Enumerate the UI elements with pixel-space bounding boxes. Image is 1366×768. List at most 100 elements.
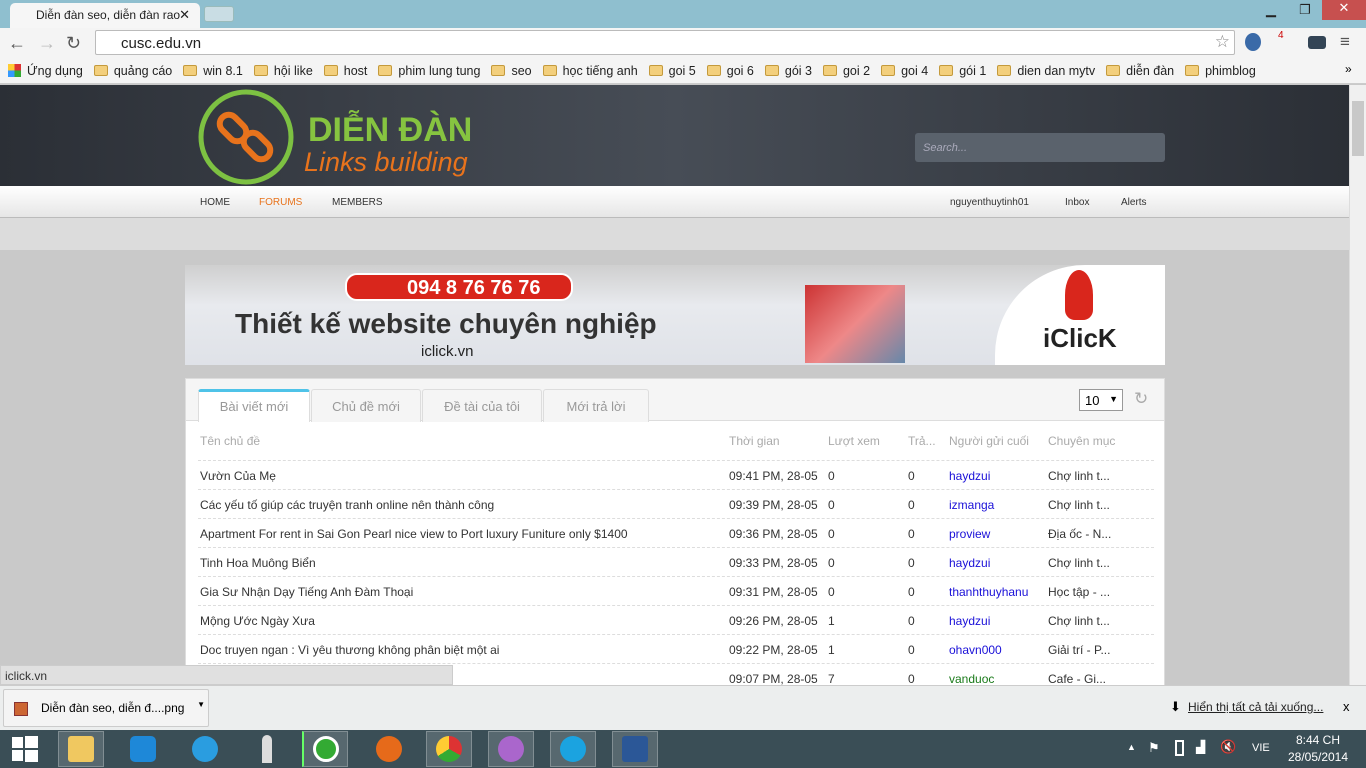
cell-category[interactable]: Chợ linh t...: [1048, 614, 1110, 628]
input-language[interactable]: VIE: [1252, 742, 1270, 754]
close-window-icon[interactable]: ✕: [1322, 0, 1366, 20]
show-all-downloads-link[interactable]: Hiển thị tất cả tải xuống...: [1188, 700, 1323, 714]
cell-title[interactable]: Gia Sư Nhận Dạy Tiếng Anh Đàm Thoại: [200, 585, 413, 599]
battery-icon[interactable]: [1175, 740, 1184, 756]
apps-bookmark[interactable]: Ứng dụng: [8, 64, 83, 78]
bookmark-folder[interactable]: quảng cáo: [93, 64, 172, 78]
coccoc-browser-icon[interactable]: [302, 731, 348, 767]
refresh-icon[interactable]: ↻: [1134, 389, 1148, 409]
forward-icon[interactable]: →: [38, 33, 56, 54]
extension-badge[interactable]: 4: [1278, 30, 1284, 41]
cell-last-poster[interactable]: proview: [949, 527, 990, 541]
star-icon[interactable]: ☆: [1215, 32, 1230, 52]
chevron-down-icon[interactable]: ▼: [197, 700, 205, 709]
cell-category[interactable]: Chợ linh t...: [1048, 498, 1110, 512]
tab-new-replies[interactable]: Mới trả lời: [543, 389, 649, 422]
cell-last-poster[interactable]: haydzui: [949, 469, 990, 483]
column-header-views[interactable]: Lượt xem: [828, 434, 880, 448]
bookmark-folder[interactable]: goi 5: [648, 64, 696, 78]
cell-category[interactable]: Chợ linh t...: [1048, 469, 1110, 483]
bookmark-folder[interactable]: học tiếng anh: [542, 64, 638, 78]
tab-new-posts[interactable]: Bài viết mới: [198, 389, 310, 422]
cell-category[interactable]: Cafe - Gi...: [1048, 672, 1106, 685]
extension-icon[interactable]: [1245, 33, 1261, 51]
teamviewer-icon[interactable]: [120, 731, 166, 767]
bookmark-folder[interactable]: hội like: [253, 64, 313, 78]
cell-category[interactable]: Chợ linh t...: [1048, 556, 1110, 570]
tab-new-threads[interactable]: Chủ đề mới: [311, 389, 421, 422]
rocket-icon[interactable]: [244, 731, 290, 767]
bookmark-folder[interactable]: dien dan mytv: [997, 64, 1095, 78]
cell-last-poster[interactable]: haydzui: [949, 614, 990, 628]
back-icon[interactable]: ←: [8, 33, 26, 54]
column-header-last-poster[interactable]: Người gửi cuối: [949, 434, 1029, 448]
bookmark-folder[interactable]: phim lung tung: [378, 64, 480, 78]
nav-inbox[interactable]: Inbox: [1065, 197, 1089, 208]
cell-last-poster[interactable]: ohavn000: [949, 643, 1002, 657]
cell-last-poster[interactable]: izmanga: [949, 498, 994, 512]
cell-title[interactable]: Apartment For rent in Sai Gon Pearl nice…: [200, 527, 628, 541]
chrome-icon[interactable]: [426, 731, 472, 767]
column-header-category[interactable]: Chuyên mục: [1048, 434, 1115, 448]
tab-my-threads[interactable]: Đề tài của tôi: [422, 389, 542, 422]
nav-members[interactable]: MEMBERS: [332, 197, 383, 208]
cell-title[interactable]: Các yếu tố giúp các truyện tranh online …: [200, 498, 494, 512]
signal-icon[interactable]: ▟: [1196, 740, 1205, 754]
file-explorer-icon[interactable]: [58, 731, 104, 767]
bookmark-folder[interactable]: host: [323, 64, 367, 78]
bookmark-folder[interactable]: seo: [491, 64, 532, 78]
column-header-time[interactable]: Thời gian: [729, 434, 780, 448]
search-input[interactable]: Search...: [915, 133, 1165, 162]
page-scrollbar[interactable]: [1349, 85, 1366, 685]
cell-title[interactable]: Tinh Hoa Muông Biển: [200, 556, 316, 570]
menu-icon[interactable]: ≡: [1340, 32, 1350, 52]
cell-title[interactable]: Doc truyen ngan : Vì yêu thương không ph…: [200, 643, 499, 657]
cell-last-poster[interactable]: vanduoc: [949, 672, 994, 685]
more-bookmarks-icon[interactable]: »: [1345, 62, 1352, 76]
bookmark-folder[interactable]: phimblog: [1185, 64, 1256, 78]
bookmark-folder[interactable]: gói 3: [764, 64, 812, 78]
nav-username[interactable]: nguyenthuytinh01: [950, 197, 1029, 208]
cell-category[interactable]: Địa ốc - N...: [1048, 527, 1111, 541]
cell-category[interactable]: Giải trí - P...: [1048, 643, 1110, 657]
bookmark-folder[interactable]: gói 1: [939, 64, 986, 78]
cell-last-poster[interactable]: haydzui: [949, 556, 990, 570]
cell-last-poster[interactable]: thanhthuyhanu: [949, 585, 1028, 599]
column-header-title[interactable]: Tên chủ đề: [200, 434, 260, 448]
clock[interactable]: 8:44 CH 28/05/2014: [1283, 733, 1353, 764]
bookmark-folder[interactable]: goi 4: [881, 64, 928, 78]
yahoo-messenger-icon[interactable]: [488, 731, 534, 767]
close-download-bar-icon[interactable]: x: [1343, 699, 1350, 714]
word-icon[interactable]: [612, 731, 658, 767]
iclick-banner-ad[interactable]: 094 8 76 76 76 Thiết kế website chuyên n…: [185, 265, 1165, 365]
skype-icon[interactable]: [550, 731, 596, 767]
internet-explorer-icon[interactable]: [182, 731, 228, 767]
bookmark-folder[interactable]: goi 6: [706, 64, 754, 78]
close-tab-icon[interactable]: ✕: [179, 7, 190, 23]
minimize-icon[interactable]: ▁: [1256, 2, 1286, 22]
reload-icon[interactable]: ↻: [66, 33, 81, 54]
bookmark-folder[interactable]: goi 2: [822, 64, 870, 78]
per-page-select[interactable]: 10 ▼: [1079, 389, 1123, 411]
download-item[interactable]: Diễn đàn seo, diễn đ....png ▼: [3, 689, 209, 727]
nav-home[interactable]: HOME: [200, 197, 230, 208]
cell-title[interactable]: Mộng Ước Ngày Xưa: [200, 614, 315, 628]
bookmark-folder[interactable]: diễn đàn: [1106, 64, 1174, 78]
browser-tab[interactable]: Diễn đàn seo, diễn đàn rao ✕: [10, 3, 200, 28]
site-logo[interactable]: DIỄN ĐÀN Links building: [198, 89, 472, 188]
cell-title[interactable]: Vườn Của Mẹ: [200, 469, 276, 483]
show-hidden-icons[interactable]: ▲: [1127, 742, 1136, 752]
bookmark-folder[interactable]: win 8.1: [183, 64, 243, 78]
nav-forums[interactable]: FORUMS: [259, 197, 302, 208]
nav-alerts[interactable]: Alerts: [1121, 197, 1147, 208]
volume-muted-icon[interactable]: 🔇: [1220, 739, 1236, 755]
address-bar[interactable]: cusc.edu.vn ☆: [95, 30, 1235, 55]
cell-category[interactable]: Học tập - ...: [1048, 585, 1110, 599]
start-icon[interactable]: [2, 731, 48, 767]
restore-icon[interactable]: ❐: [1290, 2, 1320, 22]
camera-icon[interactable]: [1308, 36, 1326, 49]
new-tab-button[interactable]: [204, 6, 234, 22]
action-center-flag-icon[interactable]: ⚑: [1148, 740, 1160, 756]
column-header-replies[interactable]: Trả...: [908, 434, 936, 448]
firefox-icon[interactable]: [366, 731, 412, 767]
